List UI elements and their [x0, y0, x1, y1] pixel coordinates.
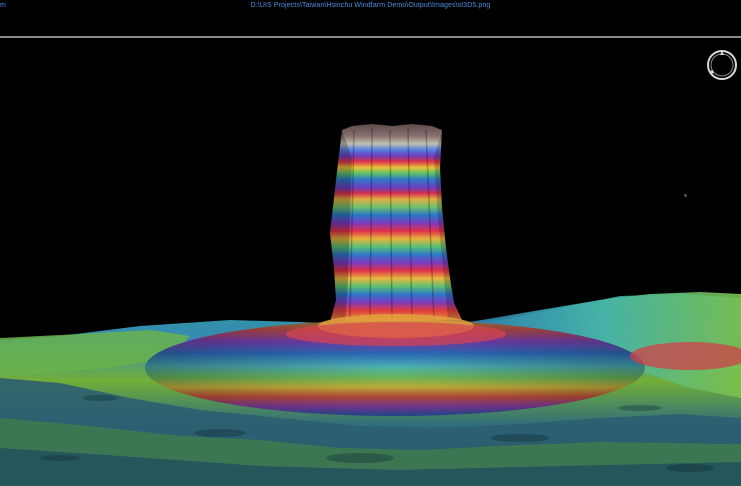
file-path-title: D:\UIS Projects\Taiwan\Hsinchu Windfarm …: [250, 2, 491, 9]
compass-icon[interactable]: [705, 48, 739, 82]
background-speck: [684, 194, 687, 197]
3d-render-viewport[interactable]: [0, 38, 741, 486]
seabed-render: [0, 124, 741, 486]
title-bar: m D:\UIS Projects\Taiwan\Hsinchu Windfar…: [0, 0, 741, 14]
image-viewer-window: m D:\UIS Projects\Taiwan\Hsinchu Windfar…: [0, 0, 741, 486]
